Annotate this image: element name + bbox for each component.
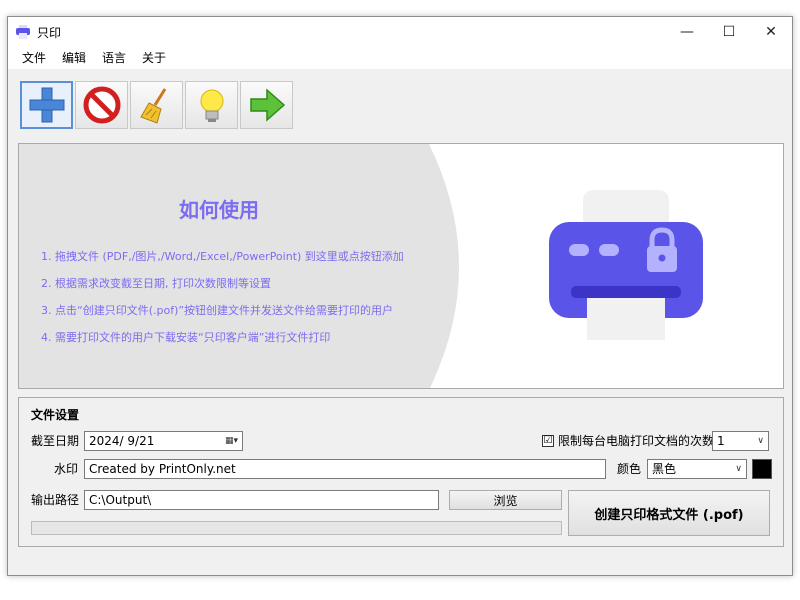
clear-list-button[interactable] — [130, 81, 183, 129]
color-value: 黑色 — [652, 462, 677, 476]
add-icon — [29, 87, 64, 123]
browse-button[interactable]: 浏览 — [449, 490, 562, 510]
color-swatch[interactable] — [752, 459, 772, 479]
maximize-button[interactable]: ☐ — [708, 17, 750, 47]
deadline-value: 2024/ 9/21 — [89, 434, 155, 448]
watermark-input[interactable]: Created by PrintOnly.net — [84, 459, 606, 479]
arrow-right-icon — [249, 88, 285, 122]
remove-icon — [83, 86, 120, 124]
menu-bar: 文件 编辑 语言 关于 — [8, 47, 792, 69]
progress-bar — [31, 521, 562, 535]
broom-icon — [139, 88, 166, 124]
create-pof-button[interactable]: 创建只印格式文件 (.pof) — [568, 490, 770, 536]
limit-prints-checkbox[interactable]: ☑ — [542, 435, 554, 447]
watermark-label: 水印 — [54, 462, 79, 476]
title-bar: 只印 — ☐ ✕ — [8, 17, 792, 47]
how-to-step-4: 4. 需要打印文件的用户下载安装“只印客户端”进行文件打印 — [41, 331, 331, 344]
chevron-down-icon: ∨ — [735, 464, 742, 474]
locked-printer-illustration — [549, 190, 703, 340]
how-to-step-3: 3. 点击“创建只印文件(.pof)”按钮创建文件并发送文件给需要打印的用户 — [41, 304, 394, 317]
how-to-step-2: 2. 根据需求改变截至日期, 打印次数限制等设置 — [41, 277, 271, 290]
menu-language[interactable]: 语言 — [94, 47, 134, 69]
menu-edit[interactable]: 编辑 — [54, 47, 94, 69]
help-tips-button[interactable] — [185, 81, 238, 129]
limit-prints-label: 限制每台电脑打印文档的次数 — [558, 434, 715, 448]
remove-file-button[interactable] — [75, 81, 128, 129]
deadline-label: 截至日期 — [31, 434, 80, 448]
deadline-date-picker[interactable]: 2024/ 9/21 ▦▾ — [84, 431, 243, 451]
toolbar — [8, 69, 792, 141]
chevron-down-icon: ∨ — [757, 436, 764, 446]
close-button[interactable]: ✕ — [750, 17, 792, 47]
menu-about[interactable]: 关于 — [134, 47, 174, 69]
add-file-button[interactable] — [20, 81, 73, 129]
next-button[interactable] — [240, 81, 293, 129]
window-title: 只印 — [37, 25, 62, 40]
color-select[interactable]: 黑色 ∨ — [647, 459, 747, 479]
calendar-dropdown-icon[interactable]: ▦▾ — [225, 432, 238, 450]
lightbulb-icon — [200, 89, 223, 122]
how-to-title: 如何使用 — [179, 198, 259, 222]
color-label: 颜色 — [617, 462, 642, 476]
print-limit-select[interactable]: 1 ∨ — [712, 431, 769, 451]
app-window: 只印 — ☐ ✕ 文件 编辑 语言 关于 如何使用 1. 拖拽文件 (PDF,/… — [7, 16, 793, 576]
print-limit-value: 1 — [717, 434, 725, 448]
how-to-step-1: 1. 拖拽文件 (PDF,/图片,/Word,/Excel,/PowerPoin… — [41, 250, 404, 263]
output-path-label: 输出路径 — [31, 493, 80, 507]
minimize-button[interactable]: — — [666, 17, 708, 47]
menu-file[interactable]: 文件 — [14, 47, 54, 69]
file-settings-title: 文件设置 — [31, 408, 80, 422]
output-path-input[interactable]: C:\Output\ — [84, 490, 439, 510]
file-settings-panel: 文件设置 截至日期 2024/ 9/21 ▦▾ ☑ 限制每台电脑打印文档的次数 … — [18, 397, 784, 547]
drop-zone-how-to-use[interactable]: 如何使用 1. 拖拽文件 (PDF,/图片,/Word,/Excel,/Powe… — [18, 143, 784, 389]
printer-app-icon — [16, 25, 30, 39]
